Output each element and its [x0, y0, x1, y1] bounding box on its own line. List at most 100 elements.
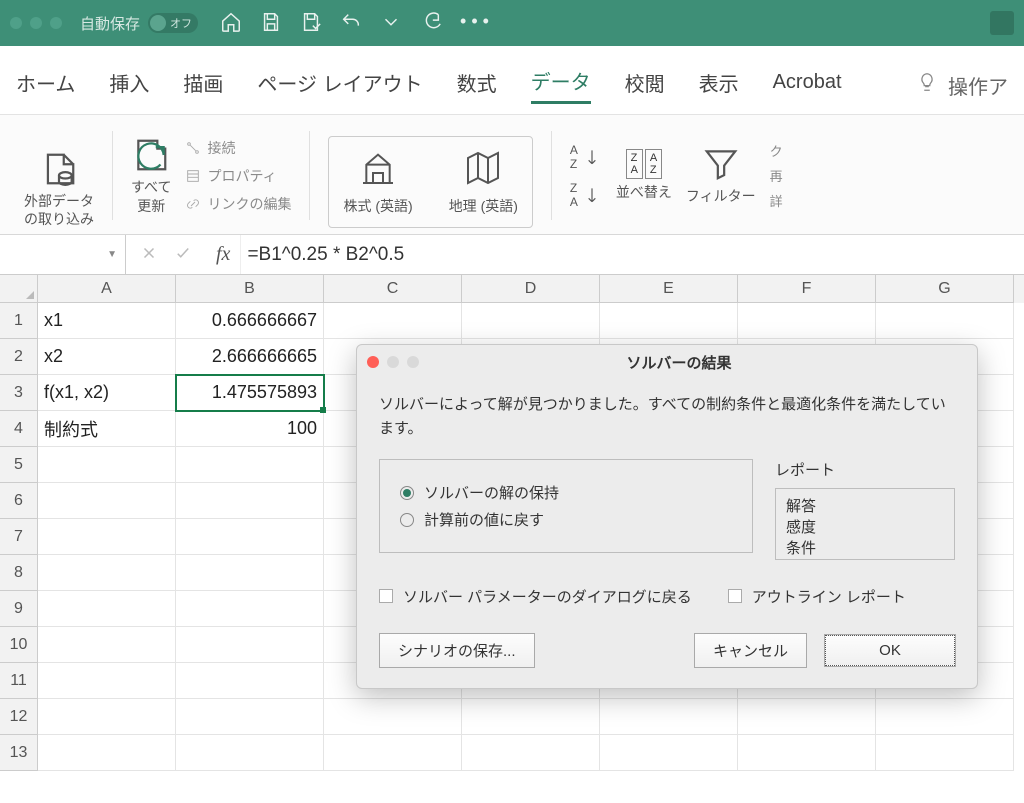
cell[interactable] [600, 735, 738, 771]
properties-button[interactable]: プロパティ [185, 166, 291, 186]
tell-me-label[interactable]: 操作ア [948, 71, 1008, 100]
cell[interactable]: x1 [38, 303, 176, 339]
cell[interactable] [176, 447, 324, 483]
cell[interactable] [324, 303, 462, 339]
cancel-button[interactable]: キャンセル [694, 633, 807, 668]
more-icon[interactable]: • • • [460, 11, 489, 36]
formula-input[interactable] [240, 235, 1024, 274]
cell[interactable] [600, 303, 738, 339]
cell[interactable] [176, 555, 324, 591]
filter-button[interactable]: フィルター [686, 145, 756, 205]
col-header-B[interactable]: B [176, 275, 324, 303]
autosave-toggle[interactable]: 自動保存 オフ [80, 13, 198, 34]
connections-button[interactable]: 接続 [185, 138, 291, 158]
cell[interactable]: x2 [38, 339, 176, 375]
cell[interactable] [38, 447, 176, 483]
cell[interactable]: 0.666666667 [176, 303, 324, 339]
row-header[interactable]: 13 [0, 735, 38, 771]
radio-revert-values[interactable]: 計算前の値に戻す [400, 509, 732, 530]
cell[interactable] [176, 519, 324, 555]
select-all-corner[interactable] [0, 275, 38, 303]
zoom-window-icon[interactable] [50, 17, 62, 29]
reports-list[interactable]: 解答 感度 条件 [775, 488, 955, 560]
undo-icon[interactable] [340, 11, 362, 36]
chevron-down-icon[interactable]: ▼ [107, 249, 117, 260]
cell[interactable] [324, 735, 462, 771]
tab-home[interactable]: ホーム [16, 68, 75, 103]
cell[interactable] [176, 699, 324, 735]
col-header-E[interactable]: E [600, 275, 738, 303]
cell[interactable] [462, 699, 600, 735]
cell[interactable]: 制約式 [38, 411, 176, 447]
stocks-button[interactable]: 株式 (英語) [343, 148, 412, 216]
row-header[interactable]: 10 [0, 627, 38, 663]
row-header[interactable]: 9 [0, 591, 38, 627]
col-header-A[interactable]: A [38, 275, 176, 303]
cell[interactable] [462, 303, 600, 339]
row-header[interactable]: 11 [0, 663, 38, 699]
tab-insert[interactable]: 挿入 [109, 68, 149, 103]
report-sensitivity[interactable]: 感度 [786, 516, 944, 537]
edit-links-button[interactable]: リンクの編集 [185, 194, 291, 214]
cell[interactable]: f(x1, x2) [38, 375, 176, 411]
tab-view[interactable]: 表示 [699, 68, 739, 103]
cell[interactable] [38, 627, 176, 663]
home-icon[interactable] [220, 11, 242, 36]
cell[interactable] [462, 735, 600, 771]
row-header[interactable]: 5 [0, 447, 38, 483]
geography-button[interactable]: 地理 (英語) [449, 148, 518, 216]
ok-button[interactable]: OK [825, 635, 955, 666]
cell[interactable] [876, 699, 1014, 735]
name-box[interactable]: ▼ [0, 235, 126, 274]
row-header[interactable]: 8 [0, 555, 38, 591]
report-answer[interactable]: 解答 [786, 495, 944, 516]
cell[interactable] [38, 591, 176, 627]
cell[interactable] [38, 699, 176, 735]
cell[interactable] [324, 699, 462, 735]
cell[interactable] [738, 735, 876, 771]
cancel-formula-icon[interactable] [140, 244, 158, 265]
cell[interactable] [176, 627, 324, 663]
cell[interactable] [176, 591, 324, 627]
col-header-D[interactable]: D [462, 275, 600, 303]
dialog-close-icon[interactable] [367, 356, 379, 368]
row-header[interactable]: 4 [0, 411, 38, 447]
cell[interactable] [38, 519, 176, 555]
row-header[interactable]: 3 [0, 375, 38, 411]
row-header[interactable]: 1 [0, 303, 38, 339]
tab-data[interactable]: データ [531, 66, 591, 104]
tab-draw[interactable]: 描画 [183, 68, 223, 103]
cell[interactable] [176, 735, 324, 771]
save-icon[interactable] [260, 11, 282, 36]
save-scenario-button[interactable]: シナリオの保存... [379, 633, 535, 668]
undo-dropdown-icon[interactable] [380, 11, 402, 36]
cell[interactable] [876, 303, 1014, 339]
tab-acrobat[interactable]: Acrobat [773, 71, 842, 100]
sort-za-button[interactable]: ZA [570, 181, 602, 209]
external-data-button[interactable]: 外部データ の取り込み [24, 150, 94, 228]
cell[interactable] [38, 483, 176, 519]
tab-review[interactable]: 校閲 [625, 68, 665, 103]
reapply-filter-button[interactable]: 再 [770, 166, 783, 185]
row-header[interactable]: 7 [0, 519, 38, 555]
sort-button[interactable]: ZAAZ 並べ替え [616, 149, 672, 201]
cell[interactable] [876, 735, 1014, 771]
col-header-C[interactable]: C [324, 275, 462, 303]
tab-pagelayout[interactable]: ページ レイアウト [257, 68, 422, 103]
refresh-all-button[interactable]: すべて 更新 [131, 136, 171, 214]
checkbox-outline-report[interactable]: アウトライン レポート [728, 586, 906, 607]
cell[interactable] [600, 699, 738, 735]
row-header[interactable]: 2 [0, 339, 38, 375]
minimize-window-icon[interactable] [30, 17, 42, 29]
sort-az-button[interactable]: AZ [570, 143, 602, 171]
fx-icon[interactable]: fx [206, 243, 240, 266]
tab-formulas[interactable]: 数式 [457, 68, 497, 103]
save-as-icon[interactable] [300, 11, 322, 36]
radio-keep-solution[interactable]: ソルバーの解の保持 [400, 482, 732, 503]
enter-formula-icon[interactable] [174, 244, 192, 265]
cell[interactable] [38, 555, 176, 591]
row-header[interactable]: 12 [0, 699, 38, 735]
redo-icon[interactable] [420, 11, 442, 36]
cell[interactable] [38, 735, 176, 771]
cell[interactable] [38, 663, 176, 699]
